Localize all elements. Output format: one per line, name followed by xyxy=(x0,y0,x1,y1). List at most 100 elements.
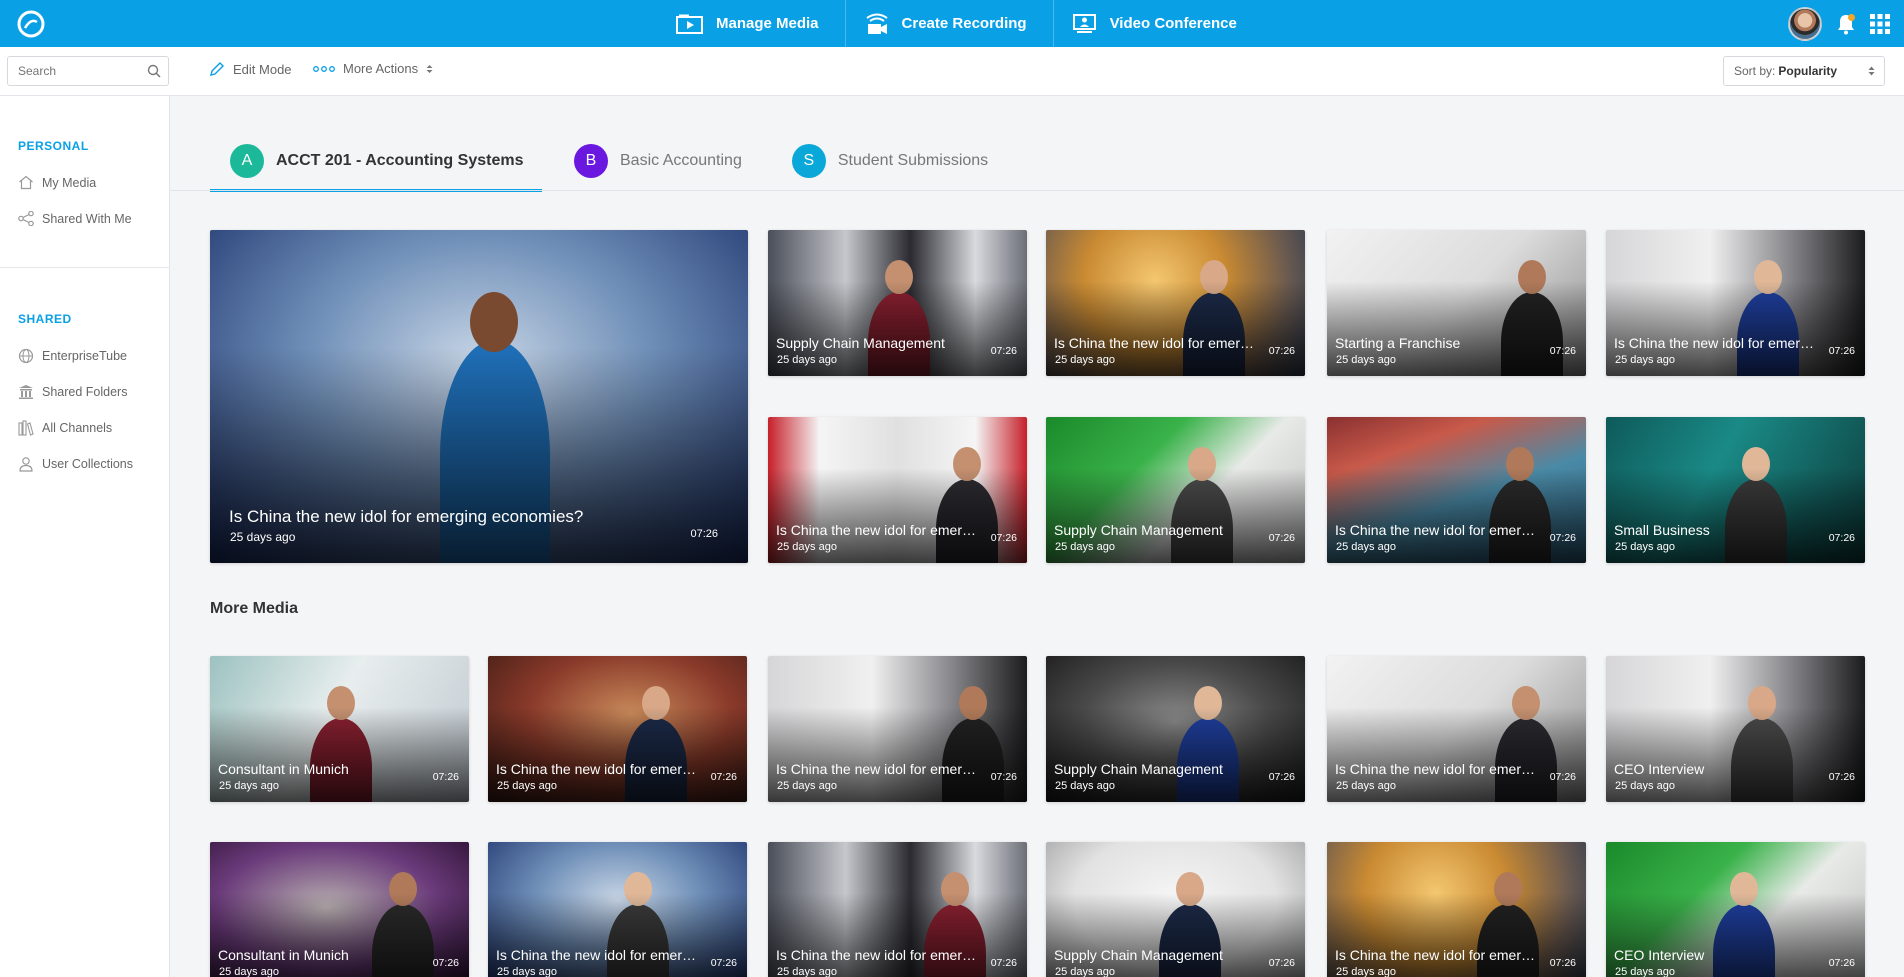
media-duration: 07:26 xyxy=(690,528,718,540)
shared-heading: SHARED xyxy=(18,312,72,326)
video-conference-icon xyxy=(1072,13,1096,33)
media-duration: 07:26 xyxy=(990,771,1017,783)
pencil-icon xyxy=(210,62,224,76)
media-card[interactable]: Is China the new idol for emerg... 25 day… xyxy=(768,656,1027,802)
media-age: 25 days ago xyxy=(1615,541,1675,553)
media-age: 25 days ago xyxy=(497,966,557,977)
media-card[interactable]: Is China the new idol for emerg... 25 day… xyxy=(488,656,747,802)
media-age: 25 days ago xyxy=(1055,354,1115,366)
video-conference-button[interactable]: Video Conference xyxy=(1054,0,1263,47)
media-duration: 07:26 xyxy=(1268,771,1295,783)
media-age: 25 days ago xyxy=(1615,354,1675,366)
caret-updown-icon xyxy=(1868,66,1875,76)
media-title: Is China the new idol for emerg... xyxy=(1054,335,1257,351)
media-title: Supply Chain Management xyxy=(1054,522,1223,538)
media-card[interactable]: Is China the new idol for emerg... 25 day… xyxy=(488,842,747,977)
tab-acct-201[interactable]: A ACCT 201 - Accounting Systems xyxy=(210,132,542,192)
media-age: 25 days ago xyxy=(1055,780,1115,792)
media-card[interactable]: Supply Chain Management 25 days ago 07:26 xyxy=(1046,417,1305,563)
media-duration: 07:26 xyxy=(1549,532,1576,544)
sort-prefix: Sort by: xyxy=(1734,64,1776,78)
media-age: 25 days ago xyxy=(777,354,837,366)
media-duration: 07:26 xyxy=(990,532,1017,544)
media-card[interactable]: Small Business 25 days ago 07:26 xyxy=(1606,417,1865,563)
sidebar-item-shared-folders[interactable]: Shared Folders xyxy=(18,384,127,400)
search-icon[interactable] xyxy=(147,64,161,78)
media-duration: 07:26 xyxy=(1549,345,1576,357)
thumbnail-gradient xyxy=(1327,893,1586,977)
create-recording-icon xyxy=(865,13,888,34)
media-card[interactable]: Is China the new idol for emerg... 25 day… xyxy=(768,842,1027,977)
media-age: 25 days ago xyxy=(1336,780,1396,792)
media-title: Supply Chain Management xyxy=(1054,947,1223,963)
top-right-actions xyxy=(1788,0,1890,47)
more-actions-button[interactable]: More Actions xyxy=(313,61,433,76)
media-card[interactable]: Is China the new idol for emerg... 25 day… xyxy=(1327,656,1586,802)
video-conference-label: Video Conference xyxy=(1109,15,1237,32)
media-age: 25 days ago xyxy=(1336,354,1396,366)
media-duration: 07:26 xyxy=(1828,532,1855,544)
create-recording-button[interactable]: Create Recording xyxy=(846,0,1054,47)
thumbnail-gradient xyxy=(1046,893,1305,977)
logo-icon[interactable] xyxy=(16,10,46,38)
media-title: Supply Chain Management xyxy=(776,335,945,351)
media-card[interactable]: Is China the new idol for emerg... 25 day… xyxy=(1606,230,1865,376)
sidebar-item-my-media[interactable]: My Media xyxy=(18,175,96,190)
sort-dropdown[interactable]: Sort by: Popularity xyxy=(1723,56,1885,86)
media-title: Consultant in Munich xyxy=(218,761,349,777)
sidebar-item-label: All Channels xyxy=(42,421,113,435)
media-duration: 07:26 xyxy=(990,345,1017,357)
sidebar-item-user-collections[interactable]: User Collections xyxy=(18,456,133,472)
media-duration: 07:26 xyxy=(1549,771,1576,783)
media-card[interactable]: Supply Chain Management 25 days ago 07:26 xyxy=(1046,842,1305,977)
sidebar-item-enterprisetube[interactable]: EnterpriseTube xyxy=(18,348,127,364)
create-recording-label: Create Recording xyxy=(901,15,1027,32)
media-title: CEO Interview xyxy=(1614,947,1705,963)
media-title: CEO Interview xyxy=(1614,761,1705,777)
media-age: 25 days ago xyxy=(219,966,279,977)
avatar[interactable] xyxy=(1788,6,1822,41)
sidebar-item-label: Shared With Me xyxy=(42,211,132,226)
featured-media-card[interactable]: ​ Is China the new idol for emerging eco… xyxy=(210,230,748,563)
media-card[interactable]: CEO Interview 25 days ago 07:26 xyxy=(1606,656,1865,802)
media-card[interactable]: Supply Chain Management 25 days ago 07:26 xyxy=(768,230,1027,376)
media-card[interactable]: Starting a Franchise 25 days ago 07:26 xyxy=(1327,230,1586,376)
edit-mode-button[interactable]: Edit Mode xyxy=(209,61,292,77)
tab-student-submissions[interactable]: S Student Submissions xyxy=(772,132,1006,190)
media-duration: 07:26 xyxy=(1828,957,1855,969)
media-age: 25 days ago xyxy=(219,780,279,792)
media-card[interactable]: Is China the new idol for emerg... 25 day… xyxy=(1327,417,1586,563)
media-title: Is China the new idol for emerg... xyxy=(1614,335,1817,351)
channel-tabs: A ACCT 201 - Accounting Systems B Basic … xyxy=(210,132,1018,192)
tabs-divider xyxy=(170,190,1904,191)
tab-basic-accounting[interactable]: B Basic Accounting xyxy=(554,132,760,190)
sidebar-item-all-channels[interactable]: All Channels xyxy=(18,420,112,436)
media-card[interactable]: CEO Interview 25 days ago 07:26 xyxy=(1606,842,1865,977)
manage-media-button[interactable]: Manage Media xyxy=(658,0,846,47)
top-bar: Manage Media Create Recording Video Conf… xyxy=(0,0,1904,47)
media-age: 25 days ago xyxy=(777,966,837,977)
thumbnail-gradient xyxy=(1606,893,1865,977)
media-card[interactable]: Is China the new idol for emerg... 25 day… xyxy=(1327,842,1586,977)
search-input[interactable] xyxy=(8,57,138,85)
thumbnail-gradient xyxy=(768,893,1027,977)
apps-grid-icon[interactable] xyxy=(1870,13,1890,34)
media-card[interactable]: Is China the new idol for emerg... 25 day… xyxy=(768,417,1027,563)
media-card[interactable]: Is China the new idol for emerg... 25 day… xyxy=(1046,230,1305,376)
sidebar-item-label: User Collections xyxy=(42,457,134,471)
media-card[interactable]: Consultant in Munich 25 days ago 07:26 xyxy=(210,842,469,977)
more-dots-icon xyxy=(313,65,335,72)
media-card[interactable]: Supply Chain Management 25 days ago 07:26 xyxy=(1046,656,1305,802)
sidebar-item-label: My Media xyxy=(42,175,97,190)
bell-icon[interactable] xyxy=(1836,13,1856,35)
sidebar-item-shared-with-me[interactable]: Shared With Me xyxy=(18,211,132,226)
tab-label: Basic Accounting xyxy=(620,152,742,169)
sidebar: PERSONAL My Media Shared With Me SHARED … xyxy=(0,96,170,977)
thumbnail-gradient xyxy=(210,893,469,977)
tab-badge: B xyxy=(574,144,608,178)
media-title: Is China the new idol for emerg... xyxy=(776,947,979,963)
media-title: Is China the new idol for emerg... xyxy=(1335,522,1538,538)
media-duration: 07:26 xyxy=(1828,345,1855,357)
media-card[interactable]: Consultant in Munich 25 days ago 07:26 xyxy=(210,656,469,802)
share-icon xyxy=(18,211,34,226)
